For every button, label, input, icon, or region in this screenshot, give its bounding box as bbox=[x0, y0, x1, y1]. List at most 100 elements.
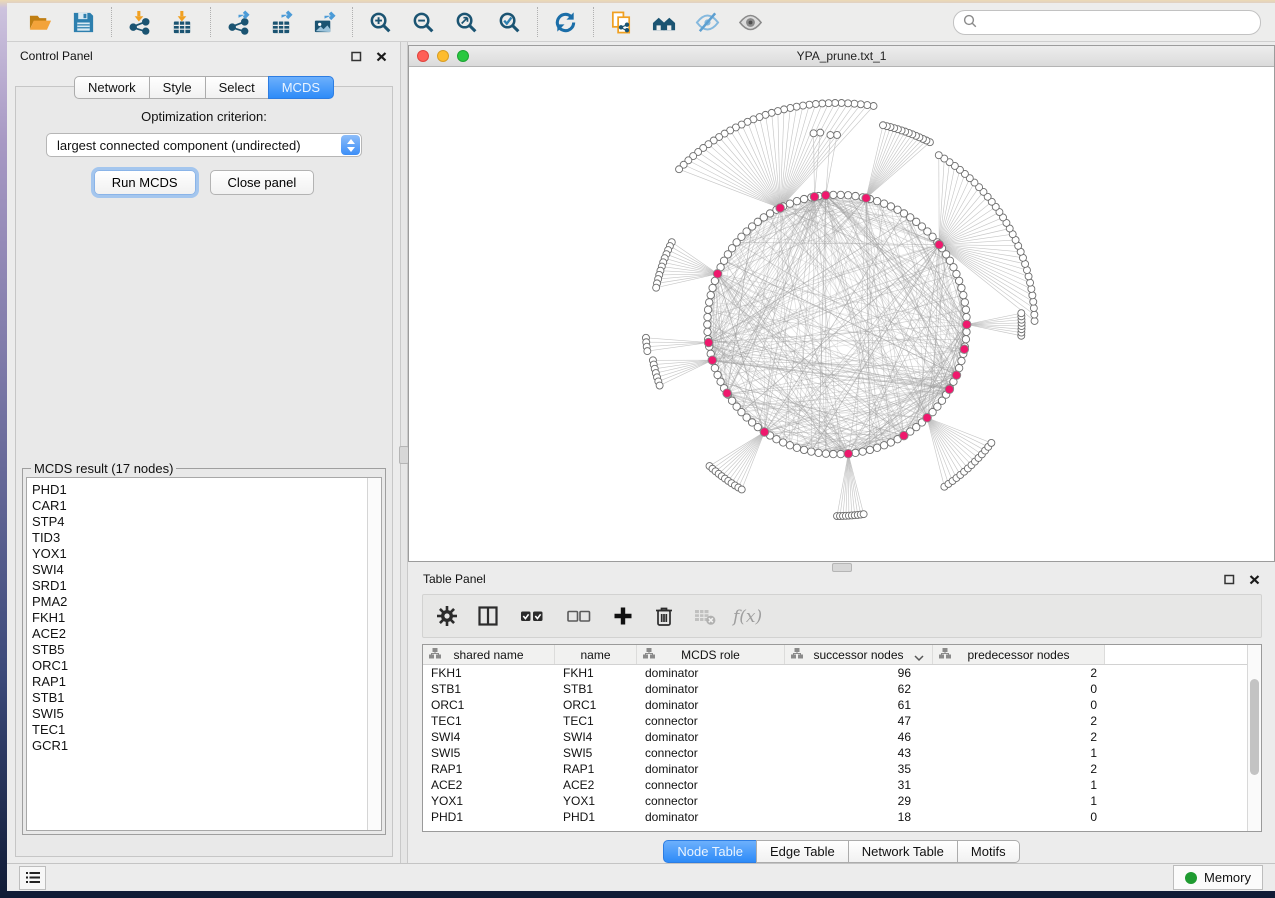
search-input[interactable] bbox=[983, 14, 1251, 30]
column-header-successor-nodes[interactable]: successor nodes bbox=[785, 645, 933, 664]
cell-predecessor-nodes[interactable]: 1 bbox=[933, 778, 1105, 792]
cell-predecessor-nodes[interactable]: 0 bbox=[933, 682, 1105, 696]
cell-shared-name[interactable]: TEC1 bbox=[423, 714, 555, 728]
close-panel-icon[interactable] bbox=[375, 50, 387, 62]
mcds-node-item[interactable]: ORC1 bbox=[32, 658, 367, 674]
cell-name[interactable]: YOX1 bbox=[555, 794, 637, 808]
cell-successor-nodes[interactable]: 18 bbox=[785, 810, 933, 824]
mcds-node-item[interactable]: GCR1 bbox=[32, 738, 367, 754]
close-table-panel-icon[interactable] bbox=[1248, 573, 1260, 585]
cell-name[interactable]: ACE2 bbox=[555, 778, 637, 792]
cell-MCDS-role[interactable]: dominator bbox=[637, 682, 785, 696]
cell-shared-name[interactable]: PHD1 bbox=[423, 810, 555, 824]
export-table-button[interactable] bbox=[268, 9, 295, 36]
optimization-criterion-select[interactable]: largest connected component (undirected) bbox=[46, 133, 362, 157]
delete-columns-button[interactable] bbox=[652, 604, 676, 628]
tab-select[interactable]: Select bbox=[205, 76, 269, 99]
close-window-icon[interactable] bbox=[417, 50, 429, 62]
column-header-shared-name[interactable]: shared name bbox=[423, 645, 555, 664]
select-all-rows-button[interactable] bbox=[517, 604, 547, 628]
table-row[interactable]: PHD1PHD1dominator180 bbox=[423, 809, 1247, 825]
cell-MCDS-role[interactable]: dominator bbox=[637, 666, 785, 680]
open-session-button[interactable] bbox=[27, 9, 54, 36]
cell-MCDS-role[interactable]: dominator bbox=[637, 810, 785, 824]
cell-MCDS-role[interactable]: connector bbox=[637, 714, 785, 728]
export-network-button[interactable] bbox=[225, 9, 252, 36]
mcds-node-item[interactable]: STP4 bbox=[32, 514, 367, 530]
cell-shared-name[interactable]: STB1 bbox=[423, 682, 555, 696]
cell-shared-name[interactable]: ACE2 bbox=[423, 778, 555, 792]
cell-shared-name[interactable]: SWI5 bbox=[423, 746, 555, 760]
cell-predecessor-nodes[interactable]: 2 bbox=[933, 762, 1105, 776]
tab-motifs[interactable]: Motifs bbox=[957, 840, 1020, 863]
column-header-predecessor-nodes[interactable]: predecessor nodes bbox=[933, 645, 1105, 664]
mcds-list-scrollbar[interactable] bbox=[367, 478, 381, 830]
mcds-node-item[interactable]: CAR1 bbox=[32, 498, 367, 514]
show-graphics-details-button[interactable] bbox=[737, 9, 764, 36]
table-row[interactable]: SWI5SWI5connector431 bbox=[423, 745, 1247, 761]
toggle-panel-columns-button[interactable] bbox=[476, 604, 500, 628]
cell-successor-nodes[interactable]: 46 bbox=[785, 730, 933, 744]
cell-name[interactable]: ORC1 bbox=[555, 698, 637, 712]
tab-network-table[interactable]: Network Table bbox=[848, 840, 958, 863]
cell-predecessor-nodes[interactable]: 0 bbox=[933, 810, 1105, 824]
cell-successor-nodes[interactable]: 47 bbox=[785, 714, 933, 728]
deselect-all-rows-button[interactable] bbox=[564, 604, 594, 628]
zoom-fit-content-button[interactable] bbox=[453, 9, 480, 36]
search-box[interactable] bbox=[953, 10, 1261, 35]
import-table-file-button[interactable] bbox=[169, 9, 196, 36]
apply-preferred-layout-button[interactable] bbox=[552, 9, 579, 36]
table-row[interactable]: RAP1RAP1dominator352 bbox=[423, 761, 1247, 777]
maximize-window-icon[interactable] bbox=[457, 50, 469, 62]
mcds-node-item[interactable]: ACE2 bbox=[32, 626, 367, 642]
mcds-node-item[interactable]: FKH1 bbox=[32, 610, 367, 626]
mcds-node-item[interactable]: PMA2 bbox=[32, 594, 367, 610]
minimize-window-icon[interactable] bbox=[437, 50, 449, 62]
table-row[interactable]: FKH1FKH1dominator962 bbox=[423, 665, 1247, 681]
cell-successor-nodes[interactable]: 61 bbox=[785, 698, 933, 712]
cell-successor-nodes[interactable]: 29 bbox=[785, 794, 933, 808]
vertical-splitter[interactable] bbox=[400, 42, 408, 863]
network-canvas[interactable] bbox=[409, 67, 1274, 561]
cell-predecessor-nodes[interactable]: 2 bbox=[933, 666, 1105, 680]
cell-MCDS-role[interactable]: dominator bbox=[637, 730, 785, 744]
mcds-node-item[interactable]: TID3 bbox=[32, 530, 367, 546]
cell-successor-nodes[interactable]: 96 bbox=[785, 666, 933, 680]
cell-name[interactable]: PHD1 bbox=[555, 810, 637, 824]
cell-successor-nodes[interactable]: 62 bbox=[785, 682, 933, 696]
export-image-button[interactable] bbox=[311, 9, 338, 36]
zoom-selected-region-button[interactable] bbox=[496, 9, 523, 36]
mcds-node-item[interactable]: YOX1 bbox=[32, 546, 367, 562]
table-scrollbar[interactable] bbox=[1247, 645, 1261, 831]
cell-name[interactable]: STB1 bbox=[555, 682, 637, 696]
cell-predecessor-nodes[interactable]: 2 bbox=[933, 730, 1105, 744]
mcds-node-item[interactable]: STB5 bbox=[32, 642, 367, 658]
cell-MCDS-role[interactable]: dominator bbox=[637, 698, 785, 712]
close-panel-button[interactable]: Close panel bbox=[210, 170, 315, 195]
column-header-MCDS-role[interactable]: MCDS role bbox=[637, 645, 785, 664]
cell-successor-nodes[interactable]: 35 bbox=[785, 762, 933, 776]
cell-shared-name[interactable]: ORC1 bbox=[423, 698, 555, 712]
cell-MCDS-role[interactable]: connector bbox=[637, 778, 785, 792]
mcds-node-item[interactable]: TEC1 bbox=[32, 722, 367, 738]
table-row[interactable]: TEC1TEC1connector472 bbox=[423, 713, 1247, 729]
memory-button[interactable]: Memory bbox=[1173, 865, 1263, 890]
tab-mcds[interactable]: MCDS bbox=[268, 76, 334, 99]
cell-MCDS-role[interactable]: dominator bbox=[637, 762, 785, 776]
table-row[interactable]: STB1STB1dominator620 bbox=[423, 681, 1247, 697]
cell-predecessor-nodes[interactable]: 2 bbox=[933, 714, 1105, 728]
float-table-panel-icon[interactable] bbox=[1223, 573, 1235, 585]
mcds-node-item[interactable]: RAP1 bbox=[32, 674, 367, 690]
run-mcds-button[interactable]: Run MCDS bbox=[94, 170, 196, 195]
cell-successor-nodes[interactable]: 31 bbox=[785, 778, 933, 792]
column-header-name[interactable]: name bbox=[555, 645, 637, 664]
tab-network[interactable]: Network bbox=[74, 76, 150, 99]
cell-name[interactable]: SWI4 bbox=[555, 730, 637, 744]
hide-graphics-details-button[interactable] bbox=[694, 9, 721, 36]
mcds-node-item[interactable]: SRD1 bbox=[32, 578, 367, 594]
table-row[interactable]: YOX1YOX1connector291 bbox=[423, 793, 1247, 809]
tab-edge-table[interactable]: Edge Table bbox=[756, 840, 849, 863]
save-session-button[interactable] bbox=[70, 9, 97, 36]
import-network-file-button[interactable] bbox=[126, 9, 153, 36]
cell-predecessor-nodes[interactable]: 1 bbox=[933, 746, 1105, 760]
